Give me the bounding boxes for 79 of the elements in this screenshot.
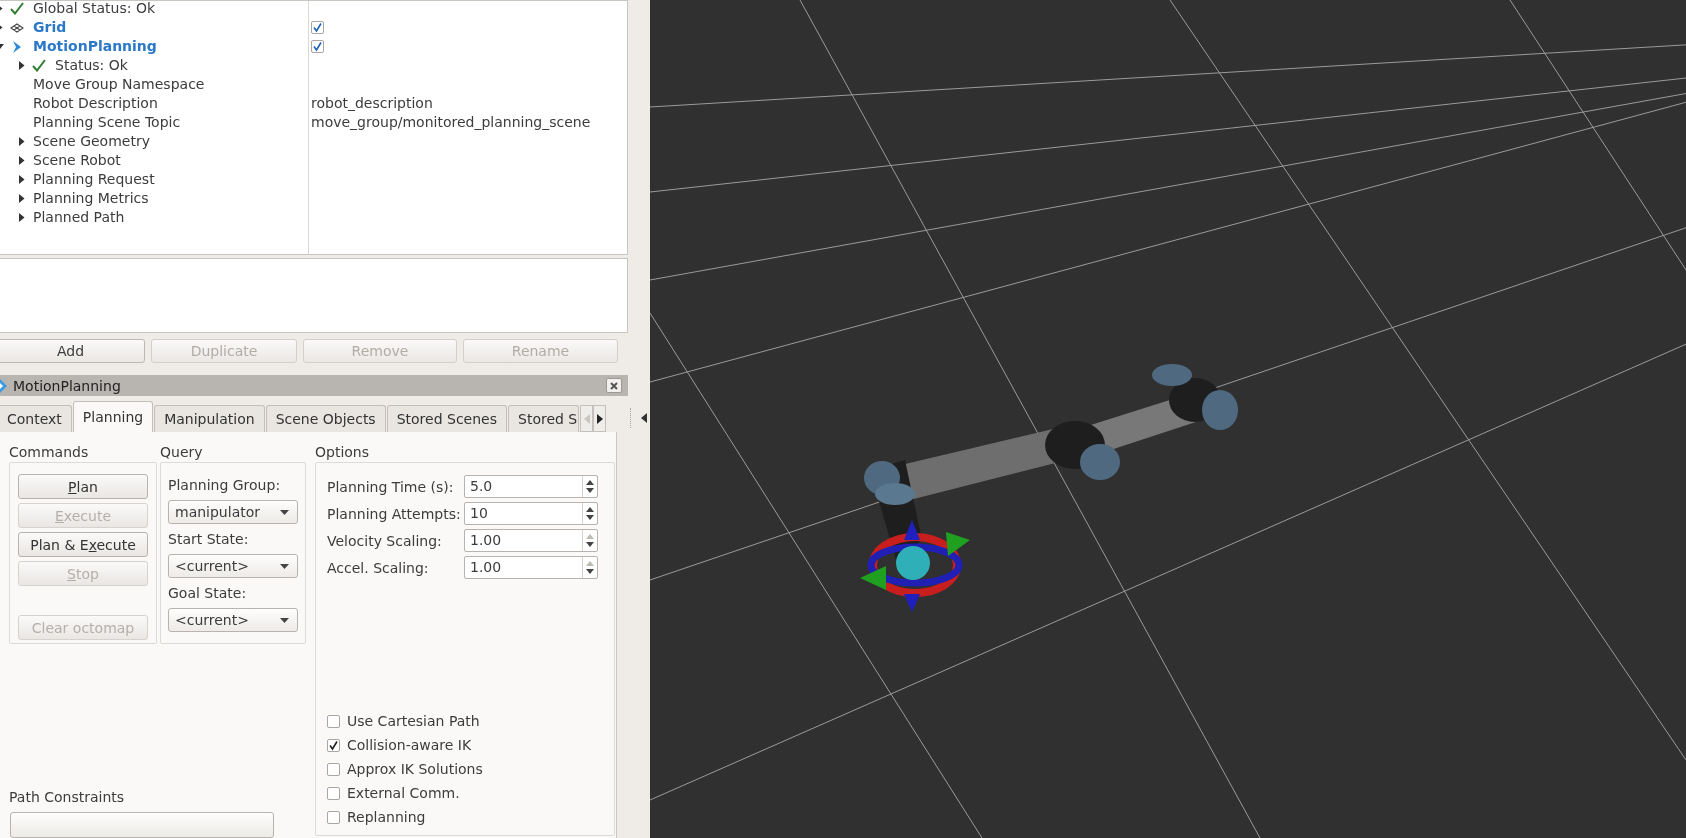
tree-item-label[interactable]: Planning Scene Topic (28, 113, 181, 132)
left-arrow-icon (583, 413, 590, 424)
section-heading: Options (315, 443, 371, 462)
button[interactable]: Plan & Execute (18, 532, 148, 557)
tree-item-label[interactable]: Status: Ok (50, 56, 128, 75)
tree-item-label[interactable]: Move Group Namespace (28, 75, 205, 94)
scroll-right-button[interactable] (593, 405, 606, 432)
dropdown[interactable]: <current> (168, 554, 298, 578)
caret-icon (280, 509, 289, 515)
field-label: Planning Attempts: (327, 505, 462, 522)
tab[interactable]: Planning (72, 401, 154, 432)
field-label: Planning Group: (168, 476, 282, 495)
expand-arrow-icon[interactable] (16, 137, 26, 146)
tree-item-label[interactable]: Robot Description (28, 94, 158, 113)
tree-item-label[interactable]: MotionPlanning (28, 37, 157, 56)
button[interactable]: Add (0, 339, 145, 363)
check-icon (32, 59, 46, 72)
up-arrow-icon[interactable] (586, 480, 594, 485)
tree-item-label[interactable]: Scene Geometry (28, 132, 150, 151)
panel-title: MotionPlanning (13, 377, 122, 394)
close-button[interactable] (606, 378, 622, 393)
expand-arrow-icon[interactable] (16, 213, 26, 222)
spin-box[interactable]: 1.00 (464, 556, 598, 579)
down-arrow-icon[interactable] (586, 569, 594, 574)
down-arrow-icon[interactable] (586, 488, 594, 493)
tab[interactable]: Scene Objects (265, 405, 386, 432)
tab[interactable]: Stored S (508, 405, 579, 432)
tab[interactable]: Manipulation (154, 405, 265, 432)
expand-arrow-icon[interactable] (16, 156, 26, 165)
checkbox[interactable] (311, 40, 324, 53)
property-value: move_group/monitored_planning_scene (311, 113, 591, 132)
spin-box[interactable]: 1.00 (464, 529, 598, 552)
field-label: Start State: (168, 530, 250, 549)
section-heading: Path Constraints (9, 788, 126, 807)
tree-item-label[interactable]: Grid (28, 18, 67, 37)
checkbox-label[interactable]: Collision-aware IK (347, 737, 472, 753)
checkbox[interactable] (311, 21, 324, 34)
section-heading: Commands (9, 443, 90, 462)
dropdown[interactable]: manipulator (168, 500, 298, 524)
tree-item-label[interactable]: Scene Robot (28, 151, 121, 170)
tab[interactable]: Stored Scenes (386, 405, 507, 432)
chevron-icon (11, 39, 23, 54)
checkbox-label[interactable]: External Comm. (347, 785, 460, 801)
checkbox[interactable] (327, 762, 340, 776)
tab[interactable]: Context (0, 405, 72, 432)
checkbox[interactable] (327, 738, 340, 752)
checkbox-label[interactable]: Replanning (347, 809, 426, 825)
check-icon (10, 2, 24, 15)
spin-box[interactable]: 5.0 (464, 475, 598, 498)
field-label: Accel. Scaling: (327, 559, 430, 576)
spin-box[interactable]: 10 (464, 502, 598, 525)
caret-icon (280, 617, 289, 623)
close-icon (610, 381, 618, 390)
tree-item-label[interactable]: Global Status: Ok (28, 1, 155, 18)
section-heading: Query (160, 443, 204, 462)
checkbox[interactable] (327, 786, 340, 800)
right-arrow-icon (596, 413, 603, 424)
field-label: Planning Time (s): (327, 478, 455, 495)
button[interactable]: Plan (18, 474, 148, 499)
down-arrow-icon[interactable] (586, 542, 594, 547)
up-arrow-icon[interactable] (586, 507, 594, 512)
tree-item-label[interactable]: Planned Path (28, 208, 125, 227)
checkbox-label[interactable]: Approx IK Solutions (347, 761, 483, 777)
property-value: robot_description (311, 94, 433, 113)
down-arrow-icon[interactable] (586, 515, 594, 520)
field-label: Goal State: (168, 584, 248, 603)
expand-arrow-icon[interactable] (16, 61, 26, 70)
checkbox[interactable] (327, 714, 340, 728)
checkbox-label[interactable]: Use Cartesian Path (347, 713, 480, 729)
caret-icon (280, 563, 289, 569)
expand-arrow-icon[interactable] (16, 175, 26, 184)
grid-icon (10, 22, 24, 33)
tree-item-label[interactable]: Planning Request (28, 170, 155, 189)
tree-item-label[interactable]: Planning Metrics (28, 189, 149, 208)
expand-arrow-icon[interactable] (16, 194, 26, 203)
collapse-arrow-icon[interactable] (641, 413, 647, 423)
field-label: Velocity Scaling: (327, 532, 443, 549)
dropdown[interactable]: <current> (168, 608, 298, 632)
checkbox[interactable] (327, 810, 340, 824)
